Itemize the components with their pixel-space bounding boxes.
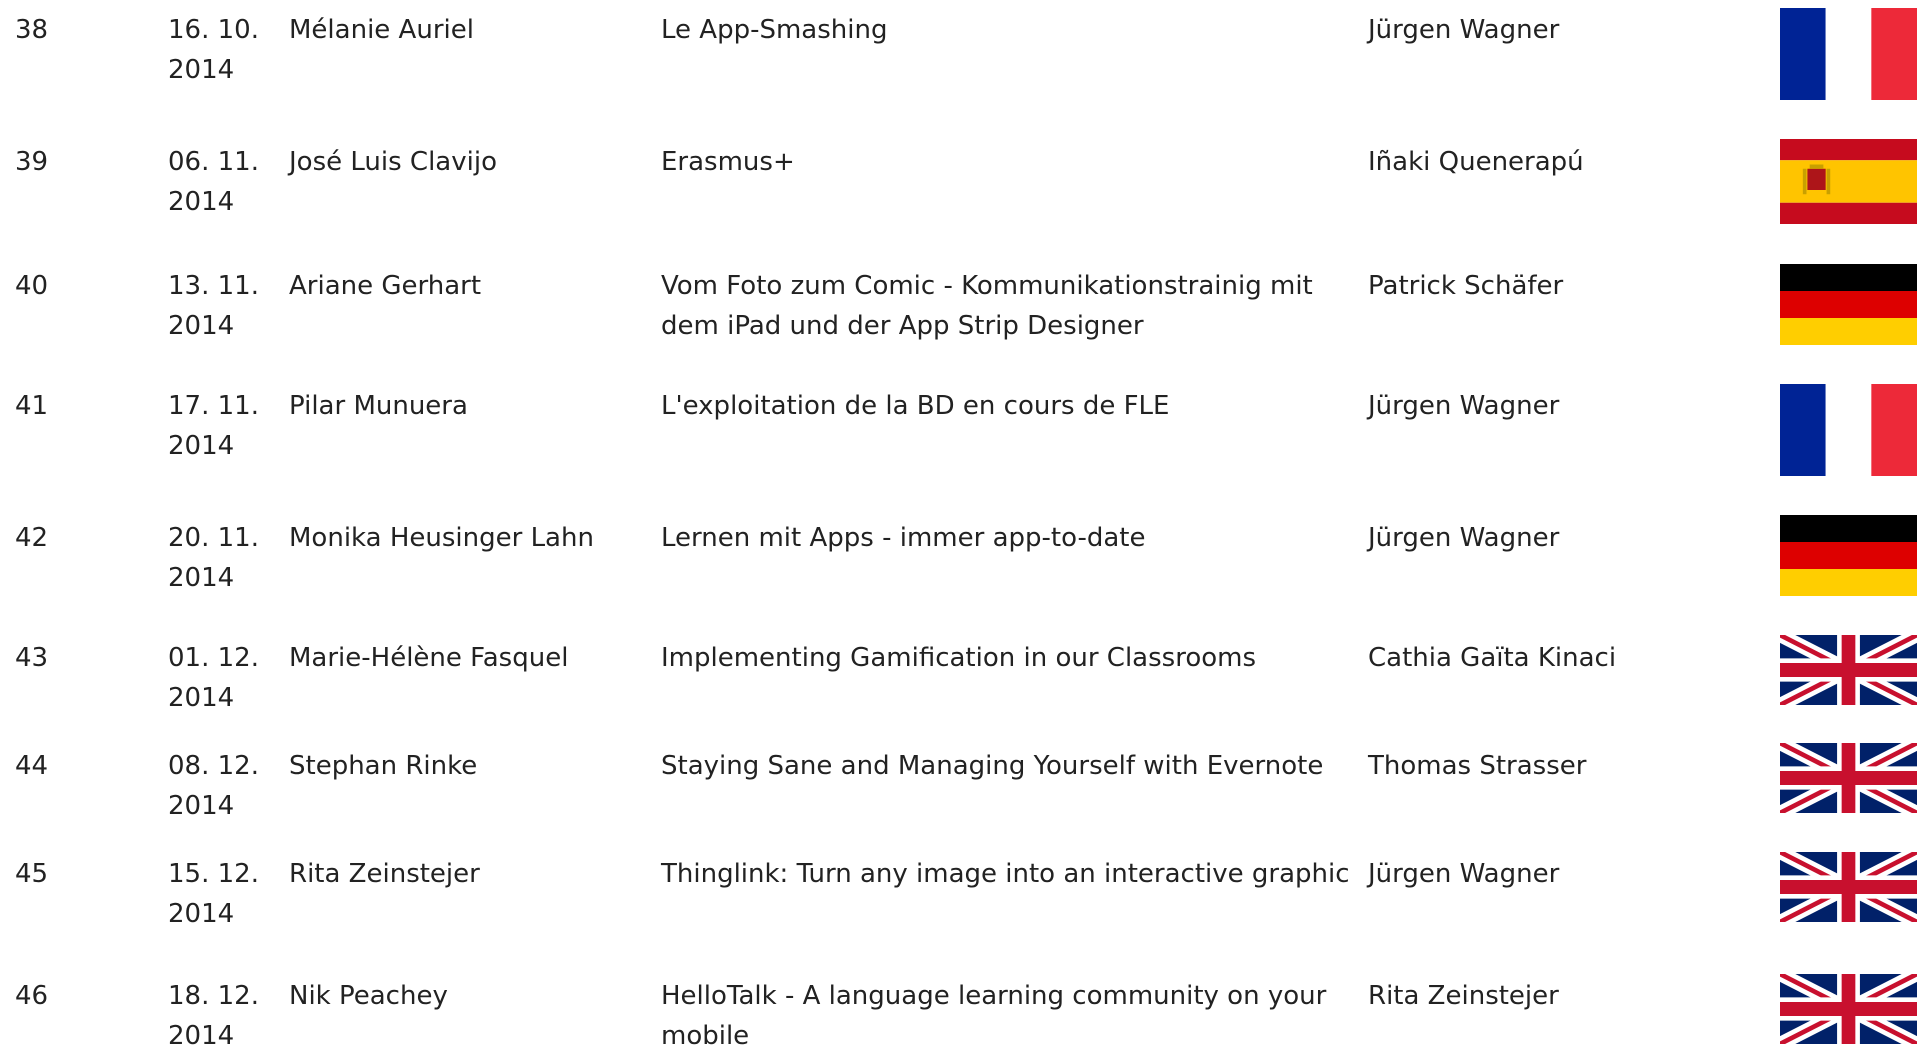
session-topic: Lernen mit Apps - immer app-to-date — [661, 523, 1146, 553]
event-date-day-month: 06. 11. — [168, 147, 259, 177]
moderator-name: Thomas Strasser — [1368, 751, 1587, 781]
flag-germany-icon — [1780, 515, 1917, 596]
row-number: 42 — [15, 518, 155, 558]
event-date-day-month: 17. 11. — [168, 391, 259, 421]
flag-spain-icon — [1780, 139, 1917, 224]
row-number-text: 41 — [15, 391, 49, 421]
flag-uk-icon — [1780, 974, 1917, 1044]
event-date: 13. 11. 2014 — [168, 266, 278, 346]
session-topic: L'exploitation de la BD en cours de FLE — [661, 391, 1170, 421]
event-date-day-month: 18. 12. — [168, 981, 259, 1011]
event-date-day-month: 16. 10. — [168, 15, 259, 45]
flag-uk-icon — [1780, 852, 1917, 922]
speaker-name: Marie-Hélène Fasquel — [289, 643, 569, 673]
session-topic: Vom Foto zum Comic - Kommunikationstrain… — [661, 271, 1313, 341]
moderator-name: Jürgen Wagner — [1368, 523, 1560, 553]
event-date: 18. 12. 2014 — [168, 976, 278, 1056]
event-date-year: 2014 — [168, 55, 235, 85]
event-date-year: 2014 — [168, 899, 235, 929]
flag-france-icon — [1780, 384, 1917, 476]
session-topic: Implementing Gamification in our Classro… — [661, 643, 1257, 673]
row-number-text: 45 — [15, 859, 49, 889]
row-number: 45 — [15, 854, 155, 894]
flag-uk-icon — [1780, 635, 1917, 705]
event-date-day-month: 01. 12. — [168, 643, 259, 673]
speaker-name: José Luis Clavijo — [289, 147, 497, 177]
session-topic: Le App-Smashing — [661, 15, 888, 45]
moderator-name: Iñaki Quenerapú — [1368, 147, 1584, 177]
event-date-year: 2014 — [168, 1021, 235, 1051]
event-date: 16. 10. 2014 — [168, 10, 278, 90]
flag-france-icon — [1780, 8, 1917, 100]
row-number: 46 — [15, 976, 155, 1016]
row-number: 44 — [15, 746, 155, 786]
row-number-text: 38 — [15, 15, 49, 45]
speaker-name: Nik Peachey — [289, 981, 448, 1011]
row-number-text: 44 — [15, 751, 49, 781]
row-number: 43 — [15, 638, 155, 678]
speaker-name: Mélanie Auriel — [289, 15, 474, 45]
row-number: 40 — [15, 266, 155, 306]
session-topic: Staying Sane and Managing Yourself with … — [661, 751, 1324, 781]
row-number-text: 46 — [15, 981, 49, 1011]
event-date: 20. 11. 2014 — [168, 518, 278, 598]
event-date: 01. 12. 2014 — [168, 638, 278, 718]
session-topic: Erasmus+ — [661, 147, 795, 177]
row-number-text: 39 — [15, 147, 49, 177]
speaker-name: Stephan Rinke — [289, 751, 478, 781]
speaker-name: Ariane Gerhart — [289, 271, 482, 301]
moderator-name: Patrick Schäfer — [1368, 271, 1564, 301]
moderator-name: Cathia Gaïta Kinaci — [1368, 643, 1617, 673]
moderator-name: Rita Zeinstejer — [1368, 981, 1559, 1011]
event-date-day-month: 13. 11. — [168, 271, 259, 301]
speaker-name: Pilar Munuera — [289, 391, 468, 421]
row-number: 39 — [15, 142, 155, 182]
event-date-day-month: 15. 12. — [168, 859, 259, 889]
row-number: 41 — [15, 386, 155, 426]
event-date-year: 2014 — [168, 683, 235, 713]
events-table: 38 16. 10. 2014 Mélanie Auriel Le App-Smashi… — [0, 0, 1917, 1051]
event-date-year: 2014 — [168, 187, 235, 217]
event-date-year: 2014 — [168, 791, 235, 821]
event-date: 15. 12. 2014 — [168, 854, 278, 934]
event-date: 08. 12. 2014 — [168, 746, 278, 826]
speaker-name: Monika Heusinger Lahn — [289, 523, 594, 553]
row-number-text: 43 — [15, 643, 49, 673]
moderator-name: Jürgen Wagner — [1368, 15, 1560, 45]
event-date-year: 2014 — [168, 311, 235, 341]
row-number-text: 42 — [15, 523, 49, 553]
flag-uk-icon — [1780, 743, 1917, 813]
row-number-text: 40 — [15, 271, 49, 301]
speaker-name: Rita Zeinstejer — [289, 859, 480, 889]
event-date: 06. 11. 2014 — [168, 142, 278, 222]
event-date-day-month: 20. 11. — [168, 523, 259, 553]
flag-germany-icon — [1780, 264, 1917, 345]
row-number: 38 — [15, 10, 155, 50]
event-date-year: 2014 — [168, 431, 235, 461]
session-topic: Thinglink: Turn any image into an intera… — [661, 859, 1350, 889]
event-date-day-month: 08. 12. — [168, 751, 259, 781]
moderator-name: Jürgen Wagner — [1368, 859, 1560, 889]
event-date-year: 2014 — [168, 563, 235, 593]
moderator-name: Jürgen Wagner — [1368, 391, 1560, 421]
event-date: 17. 11. 2014 — [168, 386, 278, 466]
session-topic: HelloTalk - A language learning communit… — [661, 981, 1327, 1051]
